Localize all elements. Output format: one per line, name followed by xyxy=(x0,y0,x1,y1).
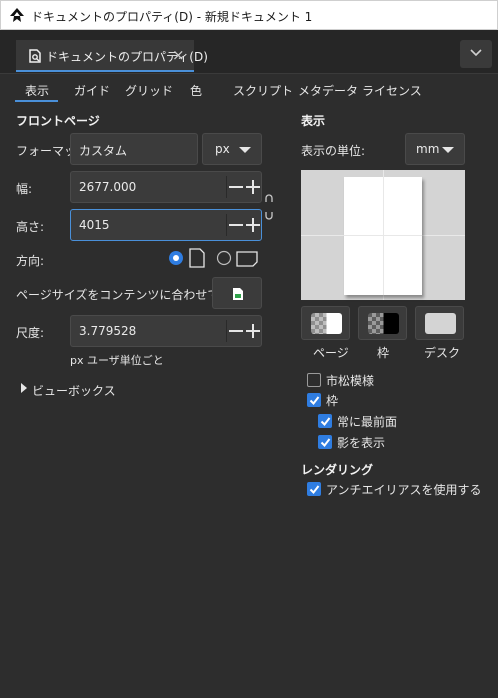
inkscape-logo-icon xyxy=(10,8,24,22)
chevron-down-icon xyxy=(442,147,454,153)
display-unit-dropdown[interactable]: mm xyxy=(405,133,465,165)
tab-color[interactable]: 色 xyxy=(190,82,202,99)
landscape-page-icon xyxy=(236,251,258,267)
scale-spinbox[interactable]: 3.779528 xyxy=(70,315,262,347)
window-titlebar: ドキュメントのプロパティ(D) - 新規ドキュメント 1 xyxy=(0,0,498,30)
antialias-checkbox[interactable] xyxy=(307,482,321,496)
format-unit-dropdown[interactable]: px xyxy=(202,133,262,165)
minus-icon[interactable] xyxy=(229,224,243,226)
document-properties-tab[interactable]: ドキュメントのプロパティ(D) × xyxy=(16,40,208,72)
document-properties-icon xyxy=(29,49,41,63)
display-unit-label: 表示の単位: xyxy=(301,144,366,158)
width-value: 2677.000 xyxy=(79,180,137,194)
page-color-swatch xyxy=(311,313,342,334)
minus-icon[interactable] xyxy=(229,186,243,188)
minus-icon[interactable] xyxy=(229,330,243,332)
desk-color-swatch xyxy=(425,313,456,334)
resize-page-icon xyxy=(233,288,243,300)
page-color-label: ページ xyxy=(313,346,349,360)
border-on-top-checkbox[interactable] xyxy=(318,414,332,428)
close-tab-icon[interactable]: × xyxy=(172,46,185,64)
scale-unit-hint: px ユーザ単位ごと xyxy=(70,354,164,367)
border-label: 枠 xyxy=(326,394,339,408)
checkmark-icon xyxy=(309,485,320,495)
border-color-button[interactable] xyxy=(358,306,407,340)
viewbox-expander[interactable]: ビューボックス xyxy=(32,382,116,399)
property-tabs: 表示 ガイド グリッド 色 スクリプト メタデータ ライセンス xyxy=(0,74,498,104)
portrait-radio[interactable] xyxy=(168,250,184,266)
show-shadow-label: 影を表示 xyxy=(337,436,386,450)
chevron-right-icon[interactable] xyxy=(20,383,28,393)
chevron-down-icon xyxy=(239,147,251,153)
height-label: 高さ: xyxy=(16,220,45,234)
lock-aspect-chain-icon[interactable] xyxy=(264,192,274,222)
format-select[interactable]: カスタム xyxy=(70,133,198,165)
checkerboard-label: 市松模様 xyxy=(326,374,375,388)
desk-color-label: デスク xyxy=(424,346,461,360)
rendering-heading: レンダリング xyxy=(301,463,374,477)
width-label: 幅: xyxy=(16,182,33,196)
checkmark-icon xyxy=(309,396,320,406)
collapse-panel-button[interactable] xyxy=(460,40,492,68)
display-unit-value: mm xyxy=(416,142,440,156)
border-on-top-label: 常に最前面 xyxy=(337,415,398,429)
window-title: ドキュメントのプロパティ(D) - 新規ドキュメント 1 xyxy=(31,10,313,24)
resize-to-content-button[interactable] xyxy=(212,277,262,309)
width-spinbox[interactable]: 2677.000 xyxy=(70,171,262,203)
tab-display[interactable]: 表示 xyxy=(25,82,49,99)
front-page-heading: フロントページ xyxy=(16,114,100,128)
tab-scripting[interactable]: スクリプト xyxy=(233,82,293,99)
dialog-tabstrip: ドキュメントのプロパティ(D) × xyxy=(0,30,498,74)
active-tab-indicator xyxy=(15,100,58,102)
portrait-page-icon xyxy=(189,248,205,268)
format-unit-value: px xyxy=(215,142,230,156)
antialias-label: アンチエイリアスを使用する xyxy=(326,483,482,497)
scale-value: 3.779528 xyxy=(79,324,137,338)
orientation-label: 方向: xyxy=(16,254,45,268)
desk-color-button[interactable] xyxy=(415,306,464,340)
border-color-label: 枠 xyxy=(377,346,390,360)
checkmark-icon xyxy=(320,417,331,427)
display-heading: 表示 xyxy=(301,114,326,128)
checkerboard-checkbox[interactable] xyxy=(307,373,321,387)
tab-grids[interactable]: グリッド xyxy=(125,82,173,99)
page-preview xyxy=(301,170,465,300)
scale-label: 尺度: xyxy=(16,326,45,340)
tab-guides[interactable]: ガイド xyxy=(74,82,110,99)
height-value: 4015 xyxy=(79,218,110,232)
tab-license[interactable]: ライセンス xyxy=(362,82,422,99)
checkmark-icon xyxy=(320,438,331,448)
show-shadow-checkbox[interactable] xyxy=(318,435,332,449)
page-color-button[interactable] xyxy=(301,306,350,340)
preview-page xyxy=(344,177,422,295)
tab-metadata[interactable]: メタデータ xyxy=(298,82,358,99)
height-spinbox[interactable]: 4015 xyxy=(70,209,262,241)
format-value: カスタム xyxy=(79,144,128,158)
border-checkbox[interactable] xyxy=(307,393,321,407)
landscape-radio[interactable] xyxy=(216,250,232,266)
chevron-down-icon xyxy=(470,49,482,57)
border-color-swatch xyxy=(368,313,399,334)
